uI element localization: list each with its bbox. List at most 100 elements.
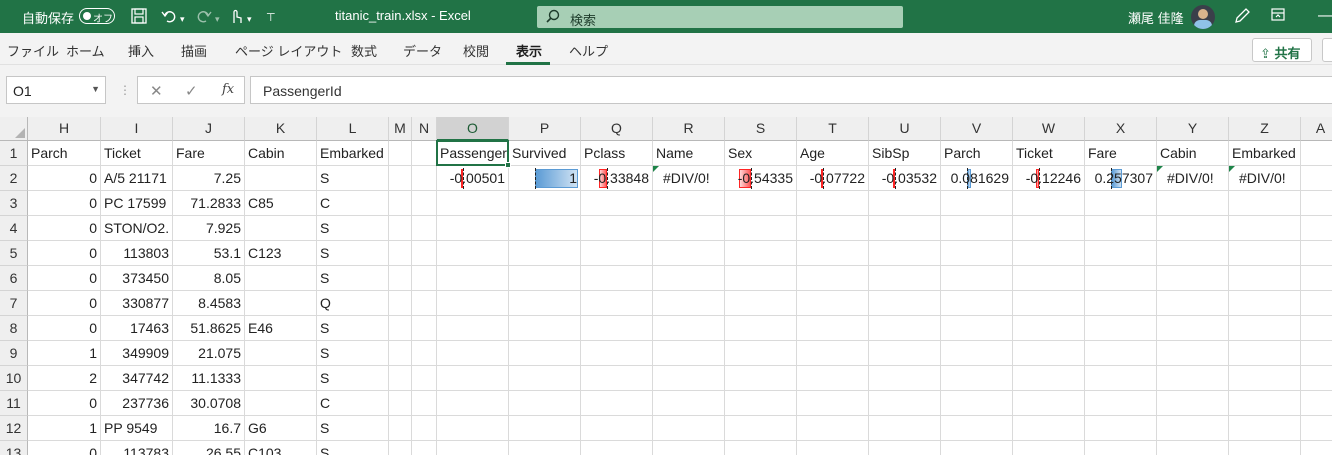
cell-y5[interactable]: [1157, 241, 1229, 266]
cell-o6[interactable]: [437, 266, 509, 291]
column-header-o[interactable]: O: [437, 117, 509, 141]
cell-a1[interactable]: [1301, 141, 1332, 166]
cell-r9[interactable]: [653, 341, 725, 366]
cell-m10[interactable]: [389, 366, 412, 391]
cell-a10[interactable]: [1301, 366, 1332, 391]
cell-k12[interactable]: G6: [245, 416, 317, 441]
cell-j7[interactable]: 8.4583: [173, 291, 245, 316]
cell-v13[interactable]: [941, 441, 1013, 455]
cell-o8[interactable]: [437, 316, 509, 341]
cell-m8[interactable]: [389, 316, 412, 341]
cell-w13[interactable]: [1013, 441, 1085, 455]
cell-l13[interactable]: S: [317, 441, 389, 455]
cell-q9[interactable]: [581, 341, 653, 366]
cell-r12[interactable]: [653, 416, 725, 441]
cell-l9[interactable]: S: [317, 341, 389, 366]
cell-m9[interactable]: [389, 341, 412, 366]
cell-t4[interactable]: [797, 216, 869, 241]
cell-t13[interactable]: [797, 441, 869, 455]
cell-o2[interactable]: -0.00501: [437, 166, 509, 191]
cell-m4[interactable]: [389, 216, 412, 241]
cell-u9[interactable]: [869, 341, 941, 366]
save-icon[interactable]: [130, 7, 148, 30]
cell-o9[interactable]: [437, 341, 509, 366]
cell-a5[interactable]: [1301, 241, 1332, 266]
cell-m11[interactable]: [389, 391, 412, 416]
cell-i11[interactable]: 237736: [101, 391, 173, 416]
cell-z12[interactable]: [1229, 416, 1301, 441]
cancel-icon[interactable]: ✕: [150, 82, 163, 100]
cell-j6[interactable]: 8.05: [173, 266, 245, 291]
cell-j3[interactable]: 71.2833: [173, 191, 245, 216]
row-header-7[interactable]: 7: [0, 291, 28, 316]
cell-s11[interactable]: [725, 391, 797, 416]
cell-u12[interactable]: [869, 416, 941, 441]
cell-j12[interactable]: 16.7: [173, 416, 245, 441]
cell-n4[interactable]: [412, 216, 437, 241]
column-header-r[interactable]: R: [653, 117, 725, 141]
cell-v10[interactable]: [941, 366, 1013, 391]
cell-l12[interactable]: S: [317, 416, 389, 441]
cell-m7[interactable]: [389, 291, 412, 316]
cell-y4[interactable]: [1157, 216, 1229, 241]
cell-r5[interactable]: [653, 241, 725, 266]
row-header-9[interactable]: 9: [0, 341, 28, 366]
cell-x9[interactable]: [1085, 341, 1157, 366]
cell-r11[interactable]: [653, 391, 725, 416]
row-header-5[interactable]: 5: [0, 241, 28, 266]
cell-h12[interactable]: 1: [28, 416, 101, 441]
cell-o12[interactable]: [437, 416, 509, 441]
cell-u8[interactable]: [869, 316, 941, 341]
cell-i12[interactable]: PP 9549: [101, 416, 173, 441]
cell-p3[interactable]: [509, 191, 581, 216]
cell-w8[interactable]: [1013, 316, 1085, 341]
cell-h7[interactable]: 0: [28, 291, 101, 316]
cell-v2[interactable]: 0.081629: [941, 166, 1013, 191]
cell-p8[interactable]: [509, 316, 581, 341]
cell-t10[interactable]: [797, 366, 869, 391]
cell-y10[interactable]: [1157, 366, 1229, 391]
cell-v3[interactable]: [941, 191, 1013, 216]
cell-p5[interactable]: [509, 241, 581, 266]
cell-s5[interactable]: [725, 241, 797, 266]
column-header-y[interactable]: Y: [1157, 117, 1229, 141]
cell-z13[interactable]: [1229, 441, 1301, 455]
cell-r4[interactable]: [653, 216, 725, 241]
cell-k1[interactable]: Cabin: [245, 141, 317, 166]
cell-s1[interactable]: Sex: [725, 141, 797, 166]
user-name[interactable]: 瀬尾 佳隆: [1128, 8, 1184, 27]
cell-k9[interactable]: [245, 341, 317, 366]
column-header-j[interactable]: J: [173, 117, 245, 141]
fill-handle[interactable]: [505, 162, 511, 168]
cell-r10[interactable]: [653, 366, 725, 391]
cell-t7[interactable]: [797, 291, 869, 316]
cell-m2[interactable]: [389, 166, 412, 191]
cell-y6[interactable]: [1157, 266, 1229, 291]
cell-t11[interactable]: [797, 391, 869, 416]
cell-x12[interactable]: [1085, 416, 1157, 441]
cell-r2[interactable]: #DIV/0!: [653, 166, 725, 191]
ribbon-display-icon[interactable]: [1270, 7, 1286, 28]
cell-v6[interactable]: [941, 266, 1013, 291]
row-header-10[interactable]: 10: [0, 366, 28, 391]
cell-x3[interactable]: [1085, 191, 1157, 216]
cell-s3[interactable]: [725, 191, 797, 216]
cell-u11[interactable]: [869, 391, 941, 416]
cell-r6[interactable]: [653, 266, 725, 291]
user-avatar[interactable]: [1191, 5, 1215, 29]
cell-q13[interactable]: [581, 441, 653, 455]
undo-icon[interactable]: [160, 7, 178, 30]
column-header-m[interactable]: M: [389, 117, 412, 141]
cell-h6[interactable]: 0: [28, 266, 101, 291]
cell-x11[interactable]: [1085, 391, 1157, 416]
cell-s8[interactable]: [725, 316, 797, 341]
cell-z10[interactable]: [1229, 366, 1301, 391]
cell-n12[interactable]: [412, 416, 437, 441]
cell-j13[interactable]: 26.55: [173, 441, 245, 455]
column-header-i[interactable]: I: [101, 117, 173, 141]
cell-z6[interactable]: [1229, 266, 1301, 291]
cell-q11[interactable]: [581, 391, 653, 416]
cell-t6[interactable]: [797, 266, 869, 291]
column-header-h[interactable]: H: [28, 117, 101, 141]
cell-i8[interactable]: 17463: [101, 316, 173, 341]
